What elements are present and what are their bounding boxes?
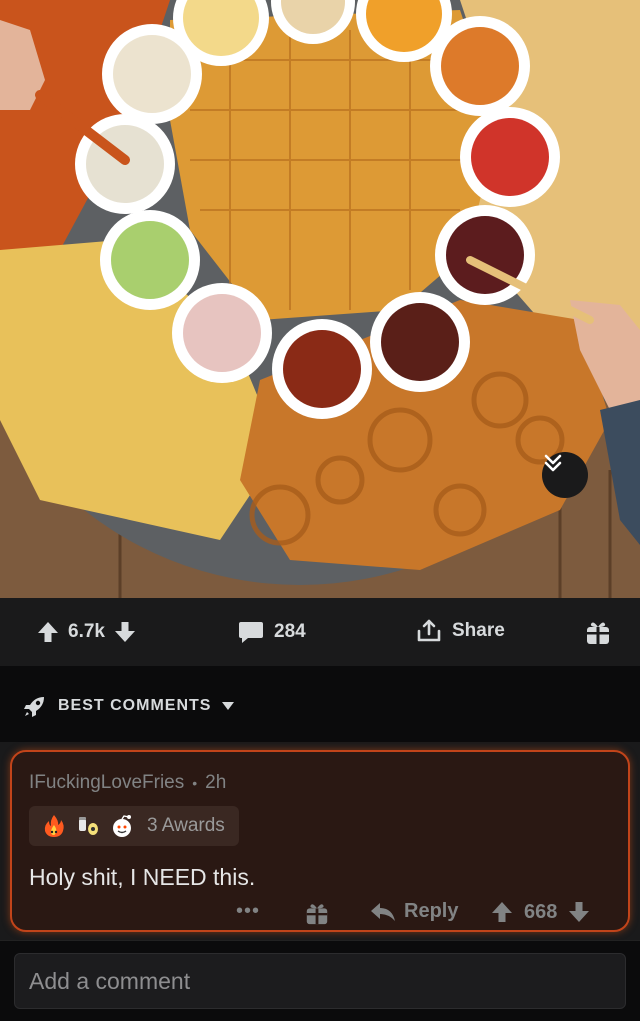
salt-pepper-award-icon — [79, 817, 98, 835]
comment-author[interactable]: IFuckingLoveFries — [29, 772, 184, 794]
comment-awards[interactable]: 3 Awards — [29, 806, 239, 846]
sort-comments-dropdown[interactable]: BEST COMMENTS — [22, 693, 235, 719]
awards-count: 3 Awards — [147, 815, 225, 836]
comment-downvote-button[interactable] — [567, 900, 591, 924]
comment-upvote-button[interactable] — [490, 900, 514, 924]
downvote-arrow-icon — [569, 902, 590, 922]
comment-score: 668 — [524, 900, 558, 923]
add-comment-input[interactable] — [14, 953, 626, 1009]
gift-icon — [306, 904, 328, 925]
comment-actions: ••• Reply 668 — [12, 896, 628, 930]
downvote-arrow-icon — [114, 622, 135, 642]
wholesome-award-icon — [113, 815, 131, 837]
comments-list: IFuckingLoveFries • 2h 3 Awards Holy shi… — [0, 742, 640, 940]
post-score: 6.7k — [68, 621, 105, 642]
comment-vote-group: 668 — [490, 900, 591, 924]
rocket-icon — [24, 697, 44, 717]
post-action-bar: 6.7k 284 Share — [0, 598, 640, 666]
double-chevron-down-icon — [544, 454, 562, 472]
share-icon — [417, 619, 441, 642]
comment-composer — [0, 940, 640, 1021]
caret-down-icon — [222, 702, 235, 710]
sort-label: BEST COMMENTS — [58, 697, 212, 714]
comment-more-button[interactable]: ••• — [236, 900, 260, 923]
downvote-button[interactable] — [113, 620, 137, 644]
comment-age: 2h — [205, 772, 227, 793]
reply-label: Reply — [404, 900, 459, 922]
give-award-button[interactable] — [584, 618, 612, 646]
gift-icon — [587, 622, 609, 644]
post-image[interactable] — [0, 0, 640, 598]
comment-count: 284 — [274, 621, 306, 642]
comment-body: Holy shit, I NEED this. — [29, 864, 256, 890]
comment-bubble-icon — [239, 622, 263, 643]
upvote-button[interactable] — [36, 620, 60, 644]
post-vote-group: 6.7k — [36, 620, 137, 644]
meta-separator-dot: • — [192, 775, 198, 791]
fire-award-icon — [44, 815, 64, 837]
reply-arrow-icon — [371, 902, 395, 921]
reply-button[interactable]: Reply — [370, 900, 458, 923]
comment-card[interactable]: IFuckingLoveFries • 2h 3 Awards Holy shi… — [10, 750, 630, 932]
comments-button[interactable]: 284 — [238, 620, 306, 644]
upvote-arrow-icon — [38, 622, 58, 642]
fries-platter-illustration — [0, 0, 640, 598]
share-label: Share — [452, 620, 505, 641]
collapse-post-button[interactable] — [542, 452, 588, 498]
comment-meta: IFuckingLoveFries • 2h — [29, 772, 226, 794]
comment-give-award-button[interactable] — [304, 900, 330, 931]
share-button[interactable]: Share — [416, 618, 505, 644]
comments-sort-bar: BEST COMMENTS — [0, 666, 640, 742]
upvote-arrow-icon — [492, 902, 512, 922]
